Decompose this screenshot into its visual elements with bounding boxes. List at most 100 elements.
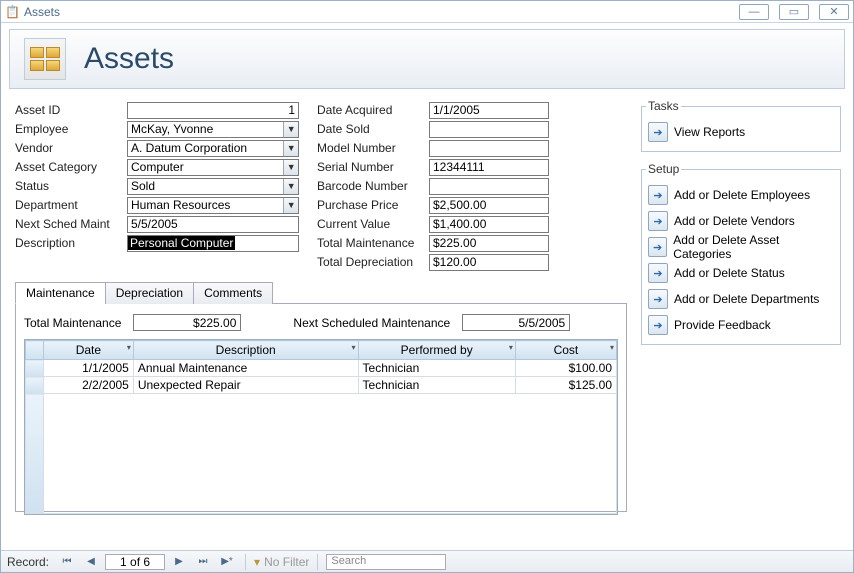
model-label: Model Number bbox=[317, 141, 429, 155]
window-controls: — ▭ ✕ bbox=[739, 4, 849, 20]
window-title: Assets bbox=[24, 5, 60, 19]
col-description[interactable]: Description▾ bbox=[133, 341, 358, 360]
arrow-right-icon: ➔ bbox=[648, 185, 668, 205]
current-value-field[interactable] bbox=[429, 216, 549, 233]
titlebar: 📋 Assets — ▭ ✕ bbox=[1, 1, 853, 23]
total-maint-summary[interactable] bbox=[133, 314, 241, 331]
category-label: Asset Category bbox=[15, 160, 127, 174]
tab-maintenance[interactable]: Maintenance bbox=[15, 282, 106, 304]
record-position[interactable]: 1 of 6 bbox=[105, 554, 165, 570]
close-button[interactable]: ✕ bbox=[819, 4, 849, 20]
add-delete-status-button[interactable]: ➔Add or Delete Status bbox=[646, 260, 836, 286]
add-delete-departments-button[interactable]: ➔Add or Delete Departments bbox=[646, 286, 836, 312]
chevron-down-icon: ▾ bbox=[352, 343, 356, 352]
setup-legend: Setup bbox=[646, 162, 681, 176]
total-maint-field[interactable] bbox=[429, 235, 549, 252]
purchase-field[interactable] bbox=[429, 197, 549, 214]
vendor-dropdown[interactable]: ▼ bbox=[127, 140, 299, 157]
left-column: Asset ID Employee▼ Vendor▼ Asset Categor… bbox=[15, 101, 299, 271]
arrow-right-icon: ➔ bbox=[648, 289, 668, 309]
chevron-down-icon: ▾ bbox=[610, 343, 614, 352]
table-row[interactable]: 2/2/2005 Unexpected Repair Technician $1… bbox=[26, 377, 617, 394]
arrow-right-icon: ➔ bbox=[648, 315, 668, 335]
total-depr-field[interactable] bbox=[429, 254, 549, 271]
department-label: Department bbox=[15, 198, 127, 212]
col-date[interactable]: Date▾ bbox=[43, 341, 133, 360]
maintenance-grid[interactable]: Date▾ Description▾ Performed by▾ Cost▾ 1… bbox=[24, 339, 618, 515]
next-record-button[interactable]: ▶ bbox=[169, 553, 189, 571]
col-performed-by[interactable]: Performed by▾ bbox=[358, 341, 515, 360]
record-navigator: Record: ⏮ ◀ 1 of 6 ▶ ⏭ ▶* ▾ No Filter Se… bbox=[1, 550, 853, 572]
add-delete-vendors-button[interactable]: ➔Add or Delete Vendors bbox=[646, 208, 836, 234]
setup-group: Setup ➔Add or Delete Employees ➔Add or D… bbox=[641, 162, 841, 345]
current-value-label: Current Value bbox=[317, 217, 429, 231]
col-cost[interactable]: Cost▾ bbox=[515, 341, 616, 360]
date-sold-field[interactable] bbox=[429, 121, 549, 138]
add-delete-categories-button[interactable]: ➔Add or Delete Asset Categories bbox=[646, 234, 836, 260]
next-sched-field[interactable] bbox=[127, 216, 299, 233]
date-sold-label: Date Sold bbox=[317, 122, 429, 136]
employee-dropdown[interactable]: ▼ bbox=[127, 121, 299, 138]
grid-blank bbox=[43, 394, 616, 514]
chevron-down-icon: ▾ bbox=[509, 343, 513, 352]
tasks-legend: Tasks bbox=[646, 99, 681, 113]
date-acquired-field[interactable] bbox=[429, 102, 549, 119]
total-depr-label: Total Depreciation bbox=[317, 255, 429, 269]
chevron-down-icon[interactable]: ▼ bbox=[283, 122, 298, 137]
assets-icon bbox=[24, 38, 66, 80]
total-maint-label: Total Maintenance bbox=[317, 236, 429, 250]
search-input[interactable]: Search bbox=[326, 554, 446, 570]
serial-field[interactable] bbox=[429, 159, 549, 176]
form-icon: 📋 bbox=[5, 5, 20, 19]
filter-icon: ▾ bbox=[254, 555, 260, 569]
no-filter-label[interactable]: No Filter bbox=[264, 555, 309, 569]
description-field[interactable]: Personal Computer bbox=[127, 235, 299, 252]
provide-feedback-button[interactable]: ➔Provide Feedback bbox=[646, 312, 836, 338]
new-record-button[interactable]: ▶* bbox=[217, 553, 237, 571]
status-label: Status bbox=[15, 179, 127, 193]
arrow-right-icon: ➔ bbox=[648, 211, 668, 231]
arrow-right-icon: ➔ bbox=[648, 122, 668, 142]
next-sched-summary-label: Next Scheduled Maintenance bbox=[293, 316, 450, 330]
model-field[interactable] bbox=[429, 140, 549, 157]
asset-id-field[interactable] bbox=[127, 102, 299, 119]
category-dropdown[interactable]: ▼ bbox=[127, 159, 299, 176]
status-dropdown[interactable]: ▼ bbox=[127, 178, 299, 195]
description-label: Description bbox=[15, 236, 127, 250]
right-column: Date Acquired Date Sold Model Number Ser… bbox=[317, 101, 549, 271]
barcode-label: Barcode Number bbox=[317, 179, 429, 193]
tab-comments[interactable]: Comments bbox=[193, 282, 273, 304]
prev-record-button[interactable]: ◀ bbox=[81, 553, 101, 571]
barcode-field[interactable] bbox=[429, 178, 549, 195]
next-sched-label: Next Sched Maint bbox=[15, 217, 127, 231]
total-maint-summary-label: Total Maintenance bbox=[24, 316, 121, 330]
asset-id-label: Asset ID bbox=[15, 103, 127, 117]
department-dropdown[interactable]: ▼ bbox=[127, 197, 299, 214]
maximize-button[interactable]: ▭ bbox=[779, 4, 809, 20]
chevron-down-icon[interactable]: ▼ bbox=[283, 198, 298, 213]
chevron-down-icon[interactable]: ▼ bbox=[283, 179, 298, 194]
tab-depreciation[interactable]: Depreciation bbox=[105, 282, 194, 304]
page-header: Assets bbox=[9, 29, 845, 89]
minimize-button[interactable]: — bbox=[739, 4, 769, 20]
next-sched-summary[interactable] bbox=[462, 314, 570, 331]
chevron-down-icon[interactable]: ▼ bbox=[283, 160, 298, 175]
table-row[interactable]: 1/1/2005 Annual Maintenance Technician $… bbox=[26, 360, 617, 377]
arrow-right-icon: ➔ bbox=[648, 263, 668, 283]
side-panel: Tasks ➔View Reports Setup ➔Add or Delete… bbox=[633, 95, 845, 512]
tab-body-maintenance: Total Maintenance Next Scheduled Mainten… bbox=[15, 304, 627, 512]
chevron-down-icon[interactable]: ▼ bbox=[283, 141, 298, 156]
add-delete-employees-button[interactable]: ➔Add or Delete Employees bbox=[646, 182, 836, 208]
purchase-label: Purchase Price bbox=[317, 198, 429, 212]
view-reports-button[interactable]: ➔View Reports bbox=[646, 119, 836, 145]
employee-label: Employee bbox=[15, 122, 127, 136]
record-label: Record: bbox=[7, 555, 49, 569]
row-selector-header[interactable] bbox=[26, 341, 44, 360]
serial-label: Serial Number bbox=[317, 160, 429, 174]
last-record-button[interactable]: ⏭ bbox=[193, 553, 213, 571]
first-record-button[interactable]: ⏮ bbox=[57, 553, 77, 571]
date-acquired-label: Date Acquired bbox=[317, 103, 429, 117]
arrow-right-icon: ➔ bbox=[648, 237, 667, 257]
form-area: Asset ID Employee▼ Vendor▼ Asset Categor… bbox=[9, 95, 633, 512]
tasks-group: Tasks ➔View Reports bbox=[641, 99, 841, 152]
